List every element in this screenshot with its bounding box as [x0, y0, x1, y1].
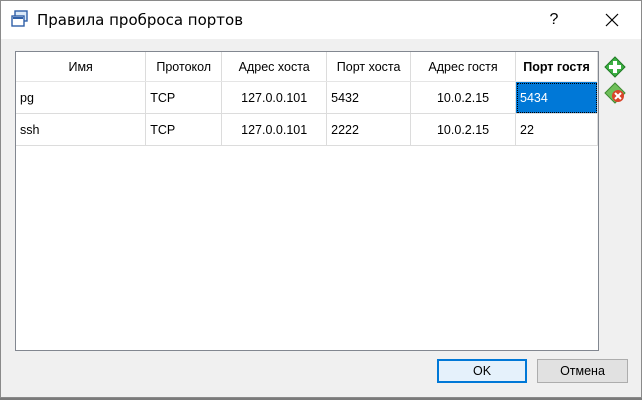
cell-guest-port[interactable]: 22	[515, 113, 598, 146]
remove-rule-button[interactable]	[603, 81, 627, 105]
add-rule-icon	[604, 56, 626, 78]
cell-name[interactable]: pg	[16, 81, 147, 114]
close-icon	[605, 13, 619, 27]
cancel-button[interactable]: Отмена	[537, 359, 628, 383]
column-header-guest-port[interactable]: Порт гостя	[515, 52, 598, 82]
column-header-host-port[interactable]: Порт хоста	[326, 52, 412, 82]
rules-table-frame: Имя Протокол Адрес хоста Порт хоста Адре…	[15, 51, 599, 351]
cell-guest-port[interactable]: 5434	[515, 81, 598, 114]
cell-guest-ip[interactable]: 10.0.2.15	[410, 81, 517, 114]
table-row[interactable]: pg TCP 127.0.0.101 5432 10.0.2.15 5434	[16, 81, 598, 114]
table-row[interactable]: ssh TCP 127.0.0.101 2222 10.0.2.15 22	[16, 113, 598, 146]
add-rule-button[interactable]	[603, 55, 627, 79]
ok-button[interactable]: OK	[437, 359, 527, 383]
dialog-title: Правила проброса портов	[37, 11, 244, 29]
rules-table: Имя Протокол Адрес хоста Порт хоста Адре…	[16, 52, 598, 146]
column-header-host-ip[interactable]: Адрес хоста	[221, 52, 328, 82]
cell-protocol[interactable]: TCP	[145, 81, 223, 114]
cell-guest-ip[interactable]: 10.0.2.15	[410, 113, 517, 146]
table-header-row: Имя Протокол Адрес хоста Порт хоста Адре…	[16, 52, 598, 82]
help-button[interactable]: ?	[531, 1, 577, 39]
close-button[interactable]	[589, 1, 635, 39]
column-header-name[interactable]: Имя	[16, 52, 147, 82]
virtualbox-window-icon	[11, 10, 29, 28]
cell-host-port[interactable]: 5432	[326, 81, 412, 114]
port-forwarding-dialog: Правила проброса портов ? Имя Протокол А…	[0, 0, 642, 398]
title-bar: Правила проброса портов ?	[1, 1, 641, 39]
cell-host-ip[interactable]: 127.0.0.101	[221, 81, 328, 114]
column-header-guest-ip[interactable]: Адрес гостя	[410, 52, 517, 82]
cell-name[interactable]: ssh	[16, 113, 147, 146]
cell-host-ip[interactable]: 127.0.0.101	[221, 113, 328, 146]
cell-host-port[interactable]: 2222	[326, 113, 412, 146]
remove-rule-icon	[604, 82, 626, 104]
column-header-protocol[interactable]: Протокол	[145, 52, 223, 82]
cell-protocol[interactable]: TCP	[145, 113, 223, 146]
